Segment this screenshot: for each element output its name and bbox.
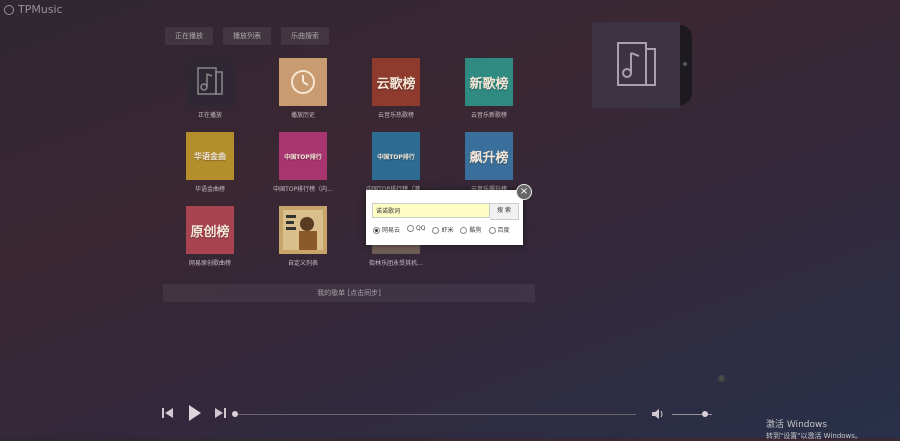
tile-label: 网易原创歌曲榜 — [188, 260, 231, 267]
source-kugou[interactable]: 酷狗 — [460, 225, 482, 234]
source-qq[interactable]: QQ — [407, 225, 425, 234]
my-playlist-sync-bar[interactable]: 我的歌单 [点击同步] — [163, 284, 535, 302]
radio-icon — [407, 225, 415, 232]
search-input[interactable] — [372, 203, 490, 218]
tile-label: 自定义列表 — [287, 260, 318, 267]
windows-activation-watermark: 激活 Windows 转到"设置"以激活 Windows。 — [766, 417, 862, 441]
source-netease[interactable]: 网易云 — [373, 225, 400, 234]
person-photo-icon — [283, 210, 323, 250]
cover-history — [279, 58, 327, 106]
radio-icon — [373, 227, 380, 234]
source-label: 虾米 — [441, 227, 454, 234]
source-options: 网易云 QQ 虾米 酷狗 百度 — [373, 225, 510, 234]
tile-new-chart[interactable]: 新歌榜 云音乐新歌榜 — [449, 58, 529, 119]
radio-icon — [488, 227, 496, 234]
tile-label: 云音乐新歌榜 — [470, 112, 507, 119]
album-art-icon — [279, 206, 327, 254]
music-doc-icon — [617, 42, 656, 86]
clock-icon — [291, 70, 315, 94]
cover-hot-chart: 云歌榜 — [372, 58, 420, 106]
tile-custom-list[interactable]: 自定义列表 — [263, 206, 343, 267]
tile-history[interactable]: 播放历史 — [263, 58, 343, 119]
music-doc-icon — [197, 67, 223, 95]
cover-china-top-mainland: 中国TOP排行 — [279, 132, 327, 180]
cover-chinese-gold: 华语金曲 — [186, 132, 234, 180]
watermark-line1: 激活 Windows — [766, 420, 828, 430]
cover-now-playing — [186, 58, 234, 106]
tile-label: 正在播放 — [197, 112, 222, 119]
progress-track[interactable] — [236, 414, 636, 415]
cover-new-chart: 新歌榜 — [465, 58, 513, 106]
now-playing-cover[interactable] — [592, 22, 680, 108]
tile-hot-chart[interactable]: 云歌榜 云音乐热歌榜 — [356, 58, 436, 119]
more-options-icon[interactable]: ⋮ — [718, 375, 725, 382]
source-label: 网易云 — [382, 227, 401, 234]
tile-original-chart[interactable]: 原创榜 网易原创歌曲榜 — [170, 206, 250, 267]
tile-rising-chart[interactable]: 飙升榜 云音乐飙升榜 — [449, 132, 529, 193]
search-button[interactable]: 搜 索 — [490, 203, 519, 220]
tab-now-playing[interactable]: 正在播放 — [165, 27, 213, 45]
search-dialog: 搜 索 网易云 QQ 虾米 酷狗 百度 — [366, 190, 523, 245]
top-tabs: 正在播放 播放列表 乐曲搜索 — [165, 27, 329, 45]
volume-knob[interactable] — [702, 411, 708, 417]
next-icon[interactable] — [214, 406, 226, 420]
radio-icon — [460, 227, 468, 234]
source-xiami[interactable]: 虾米 — [432, 225, 453, 234]
tile-label: 街林乐团永受其机... — [369, 260, 423, 267]
tile-china-top-hk[interactable]: 中国TOP排行 中国TOP排行榜（港... — [356, 132, 436, 193]
app-title-text: TPMusic — [18, 3, 63, 16]
tile-chinese-gold[interactable]: 华语金曲 华语金曲榜 — [170, 132, 250, 193]
source-label: 百度 — [497, 227, 510, 234]
source-label: 酷狗 — [469, 227, 482, 234]
volume-icon[interactable] — [652, 408, 665, 420]
search-row: 搜 索 — [372, 203, 519, 220]
previous-icon[interactable] — [162, 406, 174, 420]
radio-icon — [432, 227, 440, 234]
cover-china-top-hk: 中国TOP排行 — [372, 132, 420, 180]
app-title: TPMusic — [4, 3, 63, 16]
cover-rising-chart: 飙升榜 — [465, 132, 513, 180]
tile-china-top-mainland[interactable]: 中国TOP排行 中国TOP排行榜（内... — [263, 132, 343, 193]
app-logo-icon — [4, 5, 14, 15]
tile-label: 华语金曲榜 — [194, 186, 225, 193]
play-icon[interactable] — [188, 404, 202, 422]
source-baidu[interactable]: 百度 — [488, 225, 510, 234]
source-label: QQ — [416, 225, 426, 232]
tile-label: 云音乐热歌榜 — [377, 112, 414, 119]
tile-label: 中国TOP排行榜（内... — [273, 186, 333, 193]
cover-original-chart: 原创榜 — [186, 206, 234, 254]
tile-label: 播放历史 — [290, 112, 315, 119]
progress-knob[interactable] — [232, 411, 238, 417]
disc-center-icon — [683, 62, 687, 66]
watermark-line2: 转到"设置"以激活 Windows。 — [766, 432, 862, 440]
tab-search[interactable]: 乐曲搜索 — [281, 27, 329, 45]
close-icon[interactable]: × — [516, 184, 532, 200]
tab-playlist[interactable]: 播放列表 — [223, 27, 271, 45]
tile-now-playing[interactable]: 正在播放 — [170, 58, 250, 119]
